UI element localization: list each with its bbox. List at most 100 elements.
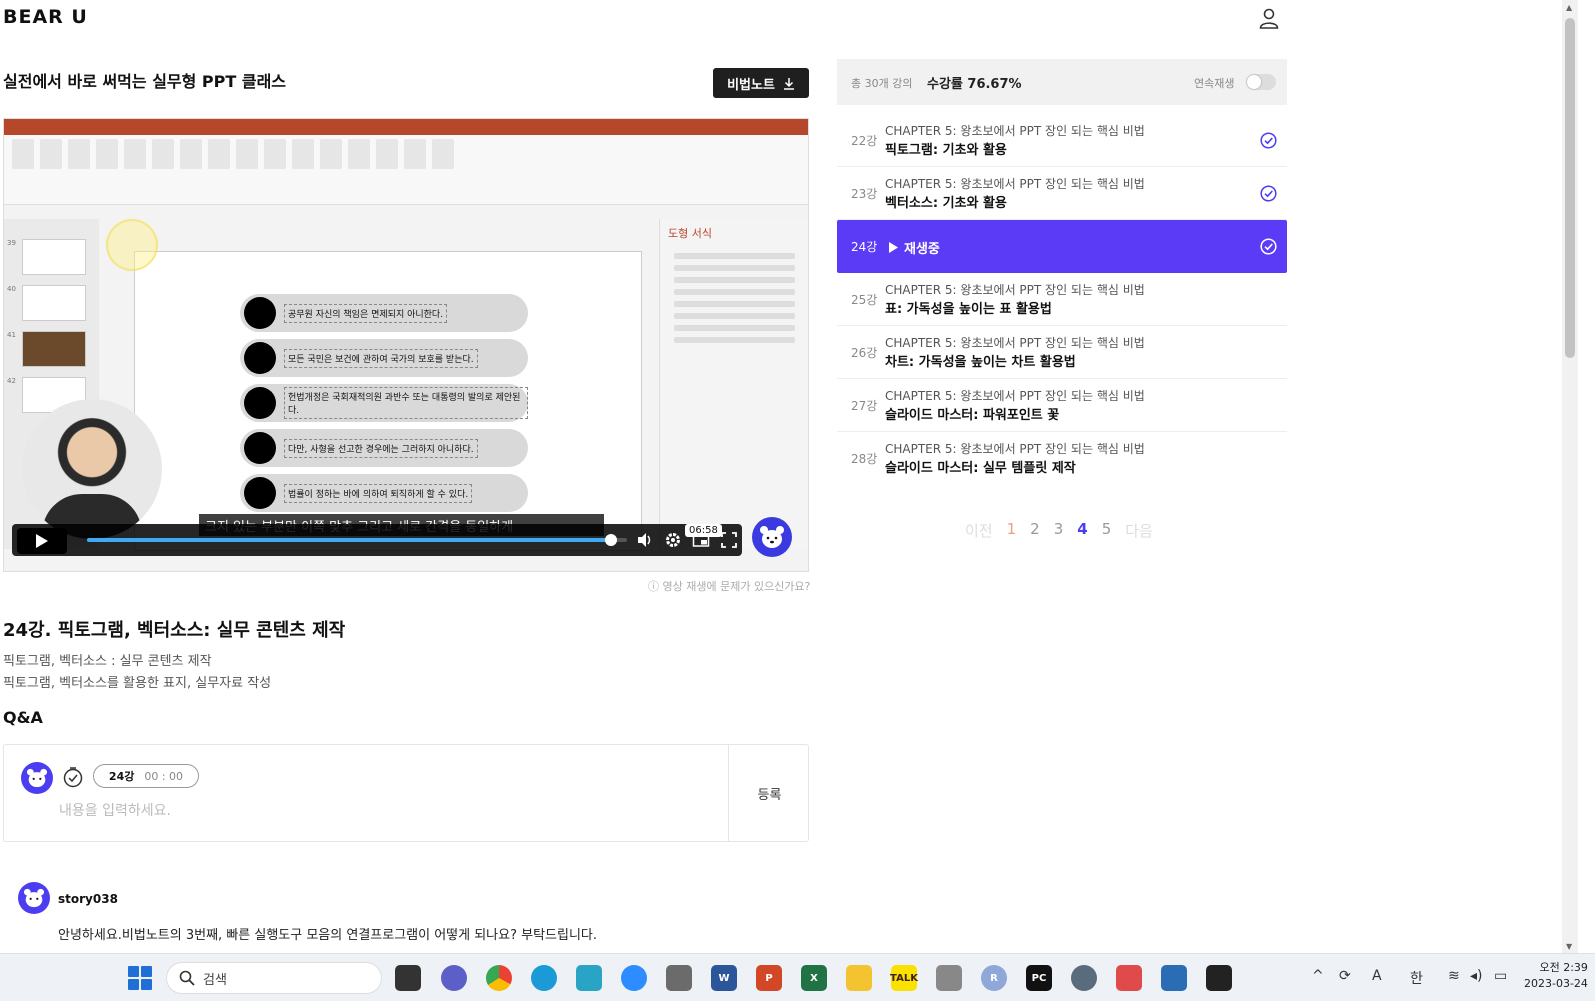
pycharm-icon[interactable]: PC [1026, 965, 1052, 991]
user-icon[interactable] [1257, 6, 1281, 30]
check-circle-icon [1260, 185, 1277, 202]
powerpoint-icon[interactable]: P [756, 965, 782, 991]
lecture-chapter: CHAPTER 5: 왕초보에서 PPT 장인 되는 핵심 비법 [885, 389, 1145, 403]
check-circle-icon [1260, 132, 1277, 149]
autoplay-label: 연속재생 [1194, 77, 1235, 90]
chevron-up-icon[interactable]: ^ [1312, 968, 1324, 984]
word-icon[interactable]: W [711, 965, 737, 991]
lecture-name: 슬라이드 마스터: 파워포인트 꽃 [885, 408, 1060, 423]
ime-indicator[interactable]: 한 [1410, 968, 1423, 988]
lecture-name: 픽토그램: 기초와 활용 [885, 143, 1007, 158]
lecture-chapter: CHAPTER 5: 왕초보에서 PPT 장인 되는 핵심 비법 [885, 336, 1145, 350]
sync-icon[interactable]: ⟳ [1339, 968, 1351, 984]
fullscreen-icon[interactable] [720, 531, 738, 549]
windows-start-icon[interactable] [128, 966, 152, 990]
pagination-page[interactable]: 5 [1102, 520, 1112, 541]
page-scrollbar[interactable]: ▲ ▼ [1562, 0, 1578, 953]
check-circle-icon [1260, 238, 1277, 255]
timer-check-icon[interactable] [62, 766, 84, 788]
note-download-button[interactable]: 비법노트 [713, 68, 809, 98]
lecture-number: 27강 [851, 399, 878, 413]
slide-pill: 법률이 정하는 바에 의하여 퇴직하게 할 수 있다. [240, 474, 528, 512]
lecture-list-header: 총 30개 강의 수강률 76.67% 연속재생 [837, 59, 1287, 105]
comment-username: story038 [58, 892, 118, 906]
calculator-icon[interactable] [666, 965, 692, 991]
play-button[interactable] [17, 528, 67, 554]
excel-icon[interactable]: X [801, 965, 827, 991]
windows-taskbar: 검색 W P X TALK R PC ^ ⟳ A 한 ≋ ◂) ▭ 오전 2:3… [0, 953, 1595, 1001]
lecture-item[interactable]: 22강 CHAPTER 5: 왕초보에서 PPT 장인 되는 핵심 비법 픽토그… [837, 114, 1287, 167]
ppt-ribbon [4, 135, 808, 205]
task-view-icon[interactable] [395, 965, 421, 991]
pagination-prev[interactable]: 이전 [965, 520, 993, 541]
settings-gear-icon[interactable] [664, 531, 682, 549]
scroll-down-icon[interactable]: ▼ [1566, 942, 1574, 951]
volume-icon[interactable] [636, 531, 654, 549]
zoom-icon[interactable] [621, 965, 647, 991]
pagination-page[interactable]: 3 [1054, 520, 1064, 541]
logo[interactable]: BEAR U [3, 6, 88, 28]
lecture-item-active[interactable]: 24강 재생중 [837, 220, 1287, 273]
play-icon [36, 534, 48, 548]
pagination-page[interactable]: 2 [1030, 520, 1040, 541]
video-controls: 06:58 [12, 524, 742, 556]
video-help-link[interactable]: ⓘ 영상 재생에 문제가 있으신가요? [648, 578, 810, 594]
taskbar-search[interactable]: 검색 [166, 962, 382, 994]
snipping-tool-icon[interactable] [1116, 965, 1142, 991]
clock-time: 오전 2:39 [1539, 961, 1588, 974]
download-icon [783, 77, 794, 90]
app-icon[interactable] [576, 965, 602, 991]
video-help-text: 영상 재생에 문제가 있으신가요? [662, 580, 811, 593]
lecture-item[interactable]: 27강 CHAPTER 5: 왕초보에서 PPT 장인 되는 핵심 비법 슬라이… [837, 379, 1287, 432]
lecture-description: 픽토그램, 벡터소스 : 실무 콘텐츠 제작 [3, 654, 212, 669]
kakaotalk-icon[interactable]: TALK [890, 965, 918, 991]
notepad-icon[interactable] [1161, 965, 1187, 991]
qa-content-input[interactable] [59, 803, 659, 819]
lecture-number: 24강 [851, 240, 878, 254]
course-title: 실전에서 바로 써먹는 실무형 PPT 클래스 [3, 72, 287, 91]
lecture-item[interactable]: 23강 CHAPTER 5: 왕초보에서 PPT 장인 되는 핵심 비법 벡터소… [837, 167, 1287, 220]
scroll-thumb[interactable] [1565, 18, 1575, 358]
wifi-icon[interactable]: ≋ [1448, 968, 1460, 984]
video-progress-bar[interactable]: 06:58 [87, 524, 722, 546]
qa-timestamp-chip[interactable]: 24강 00 : 00 [93, 764, 199, 788]
pagination-next[interactable]: 다음 [1125, 520, 1153, 541]
r-app-icon[interactable]: R [981, 965, 1007, 991]
avatar [21, 762, 53, 794]
search-icon [179, 970, 195, 986]
settings-icon[interactable] [1071, 965, 1097, 991]
edge-icon[interactable] [531, 965, 557, 991]
bear-logo-icon [752, 517, 792, 557]
slide-pill: 헌법개정은 국회재적의원 과반수 또는 대통령의 발의로 제안된다. [240, 384, 528, 422]
completion-rate: 수강률 76.67% [927, 77, 1022, 92]
play-icon [889, 242, 898, 253]
lecture-title: 24강. 픽토그램, 벡터소스: 실무 콘텐츠 제작 [3, 620, 346, 641]
picture-in-picture-icon[interactable] [692, 531, 710, 549]
battery-icon[interactable]: ▭ [1494, 968, 1507, 984]
qa-submit-button[interactable]: 등록 [728, 745, 810, 841]
system-clock[interactable]: 오전 2:39 2023-03-24 [1524, 960, 1588, 992]
slide-pill: 모든 국민은 보건에 관하여 국가의 보호를 받는다. [240, 339, 528, 377]
volume-icon[interactable]: ◂) [1470, 968, 1483, 984]
chrome-icon[interactable] [486, 965, 512, 991]
lecture-chapter: CHAPTER 5: 왕초보에서 PPT 장인 되는 핵심 비법 [885, 124, 1145, 138]
scroll-up-icon[interactable]: ▲ [1566, 3, 1574, 12]
file-explorer-icon[interactable] [846, 965, 872, 991]
ppt-titlebar [4, 119, 808, 135]
lecture-count: 총 30개 강의 [851, 77, 913, 90]
lecture-chapter: CHAPTER 5: 왕초보에서 PPT 장인 되는 핵심 비법 [885, 442, 1145, 456]
pagination-page[interactable]: 1 [1007, 520, 1017, 541]
pagination-page-current[interactable]: 4 [1077, 520, 1087, 541]
input-lang-indicator[interactable]: A [1372, 968, 1382, 984]
microphone-icon[interactable] [936, 965, 962, 991]
lecture-item[interactable]: 28강 CHAPTER 5: 왕초보에서 PPT 장인 되는 핵심 비법 슬라이… [837, 432, 1287, 485]
sticky-notes-icon[interactable] [1206, 965, 1232, 991]
video-player[interactable]: 39 40 41 42 공무원 자신의 책임은 면제되지 아니한다. 모든 국민… [3, 118, 809, 572]
lecture-item[interactable]: 26강 CHAPTER 5: 왕초보에서 PPT 장인 되는 핵심 비법 차트:… [837, 326, 1287, 379]
lecture-name: 표: 가독성을 높이는 표 활용법 [885, 302, 1052, 317]
lecture-number: 25강 [851, 293, 878, 307]
teams-chat-icon[interactable] [441, 965, 467, 991]
lecture-number: 23강 [851, 187, 878, 201]
lecture-item[interactable]: 25강 CHAPTER 5: 왕초보에서 PPT 장인 되는 핵심 비법 표: … [837, 273, 1287, 326]
autoplay-toggle[interactable] [1246, 74, 1276, 90]
